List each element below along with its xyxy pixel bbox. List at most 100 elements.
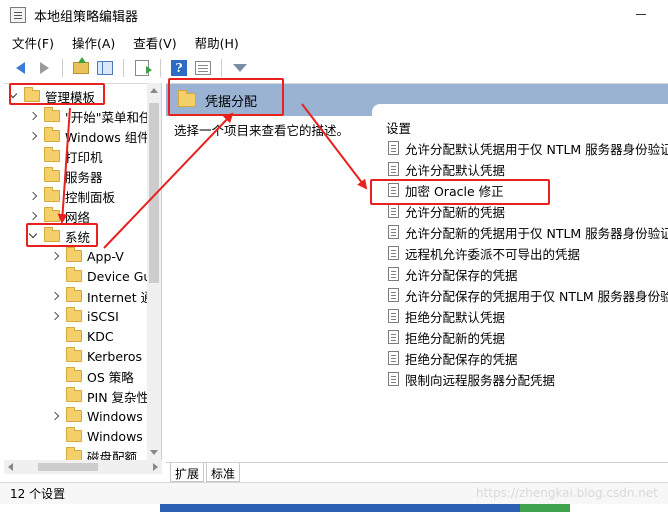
tree-item-kdc[interactable]: KDC: [50, 326, 114, 346]
tree-item-label: iSCSI: [87, 308, 119, 324]
back-button[interactable]: [10, 58, 30, 78]
tree-item-pin-complexity[interactable]: PIN 复杂性: [50, 386, 149, 406]
annotation-box-admin-templates: [9, 83, 105, 105]
toolbar-separator: [160, 59, 161, 77]
chevron-right-icon[interactable]: [28, 131, 38, 141]
tree-item-windows-2[interactable]: Windows: [50, 426, 143, 446]
folder-icon: [44, 187, 60, 202]
folder-icon: [66, 267, 82, 282]
menu-view[interactable]: 查看(V): [133, 33, 176, 52]
show-hide-tree-icon: [97, 61, 113, 75]
minimize-button[interactable]: [634, 8, 648, 22]
policy-setting-icon: [388, 372, 399, 386]
tree-item-label: App-V: [87, 248, 124, 264]
tree-item-printers[interactable]: 打印机: [28, 146, 103, 166]
policy-setting-icon: [388, 225, 399, 239]
status-text: 12 个设置: [10, 487, 66, 501]
menu-action[interactable]: 操作(A): [72, 33, 115, 52]
back-icon: [15, 62, 25, 74]
export-list-button[interactable]: [132, 58, 152, 78]
folder-icon: [44, 147, 60, 162]
chevron-right-icon[interactable]: [50, 291, 60, 301]
tree-item-windows-1[interactable]: Windows: [50, 406, 143, 426]
tree-item-label: Windows: [87, 428, 143, 444]
setting-label: 允许分配保存的凭据用于仅 NTLM 服务器身份验证: [405, 288, 668, 304]
setting-label: 允许分配默认凭据用于仅 NTLM 服务器身份验证: [405, 141, 668, 157]
tree-item-label: 控制面板: [65, 189, 116, 205]
filter-icon: [233, 64, 247, 72]
folder-icon: [66, 367, 82, 382]
chevron-right-icon[interactable]: [50, 311, 60, 321]
up-folder-icon: [73, 57, 89, 74]
up-one-level-button[interactable]: [71, 57, 91, 78]
setting-row[interactable]: 拒绝分配默认凭据: [388, 306, 505, 326]
setting-label: 拒绝分配默认凭据: [405, 309, 506, 325]
show-hide-tree-button[interactable]: [95, 58, 115, 78]
folder-icon: [66, 327, 82, 342]
title-bar: 本地组策略编辑器: [0, 0, 668, 30]
chevron-right-icon[interactable]: [50, 411, 60, 421]
tree-item-kerberos[interactable]: Kerberos: [50, 346, 142, 366]
scroll-thumb[interactable]: [149, 103, 159, 283]
tree-item-internet-communication[interactable]: Internet 通: [50, 286, 153, 306]
tree-vertical-scrollbar[interactable]: [147, 83, 161, 460]
tree-item-server[interactable]: 服务器: [28, 166, 103, 186]
filter-button[interactable]: [230, 58, 250, 78]
tree-horizontal-scrollbar[interactable]: [4, 460, 162, 474]
scroll-right-arrow-icon[interactable]: [153, 463, 158, 471]
tree-item-label: 打印机: [65, 149, 103, 165]
tree-item-device-guard[interactable]: Device Gu: [50, 266, 151, 286]
policy-setting-icon: [388, 246, 399, 260]
forward-button[interactable]: [34, 58, 54, 78]
setting-row[interactable]: 拒绝分配新的凭据: [388, 327, 505, 347]
policy-setting-icon: [388, 351, 399, 365]
setting-row[interactable]: 允许分配保存的凭据: [388, 264, 518, 284]
toolbar-separator: [221, 59, 222, 77]
scroll-down-arrow-icon[interactable]: [150, 450, 158, 455]
taskbar-strip-accent: [520, 504, 570, 512]
tree-item-label: Windows 组件: [65, 129, 150, 145]
settings-list: 设置 允许分配默认凭据用于仅 NTLM 服务器身份验证 允许分配默认凭据 加密 …: [372, 104, 668, 464]
tree-item-label: Device Gu: [87, 268, 152, 284]
tree-item-label: Windows: [87, 408, 143, 424]
chevron-right-icon[interactable]: [28, 211, 38, 221]
help-button[interactable]: ?: [169, 58, 189, 78]
tab-extended[interactable]: 扩展: [170, 463, 205, 482]
setting-row[interactable]: 允许分配新的凭据用于仅 NTLM 服务器身份验证: [388, 222, 668, 242]
tree-item-label: 服务器: [65, 169, 103, 185]
tree-item-windows-components[interactable]: Windows 组件: [28, 126, 150, 146]
tree-item-app-v[interactable]: App-V: [50, 246, 124, 266]
description-panel: 选择一个项目来查看它的描述。: [166, 116, 376, 464]
setting-row[interactable]: 允许分配默认凭据用于仅 NTLM 服务器身份验证: [388, 138, 668, 158]
tree-item-os-policies[interactable]: OS 策略: [50, 366, 134, 386]
chevron-right-icon[interactable]: [50, 251, 60, 261]
scroll-left-arrow-icon[interactable]: [8, 463, 13, 471]
menu-help[interactable]: 帮助(H): [195, 33, 239, 52]
setting-row[interactable]: 允许分配保存的凭据用于仅 NTLM 服务器身份验证: [388, 285, 668, 305]
help-icon: ?: [171, 60, 187, 76]
view-tabs: 扩展 标准: [166, 462, 668, 482]
policy-setting-icon: [388, 288, 399, 302]
scroll-up-arrow-icon[interactable]: [150, 88, 158, 93]
chevron-right-icon[interactable]: [28, 191, 38, 201]
tab-standard[interactable]: 标准: [206, 463, 241, 482]
setting-row[interactable]: 拒绝分配保存的凭据: [388, 348, 518, 368]
setting-row[interactable]: 限制向远程服务器分配凭据: [388, 369, 555, 389]
setting-row[interactable]: 允许分配默认凭据: [388, 159, 505, 179]
folder-icon: [44, 167, 60, 182]
chevron-right-icon[interactable]: [28, 111, 38, 121]
toolbar: ?: [0, 55, 668, 81]
tree-item-start-menu[interactable]: "开始"菜单和任: [28, 106, 152, 126]
tree-item-control-panel[interactable]: 控制面板: [28, 186, 115, 206]
navigation-tree: 管理模板 "开始"菜单和任 Windows 组件 打印机 服务器 控制面板 网络…: [4, 83, 162, 468]
settings-column-header[interactable]: 设置: [386, 118, 411, 137]
view-button[interactable]: [193, 58, 213, 78]
setting-row[interactable]: 远程机允许委派不可导出的凭据: [388, 243, 580, 263]
scroll-thumb[interactable]: [38, 463, 98, 471]
tree-item-iscsi[interactable]: iSCSI: [50, 306, 119, 326]
setting-label: 限制向远程服务器分配凭据: [405, 372, 556, 388]
menu-file[interactable]: 文件(F): [12, 33, 54, 52]
toolbar-separator: [123, 59, 124, 77]
tree-item-label: Kerberos: [87, 348, 143, 364]
setting-label: 允许分配默认凭据: [405, 162, 506, 178]
